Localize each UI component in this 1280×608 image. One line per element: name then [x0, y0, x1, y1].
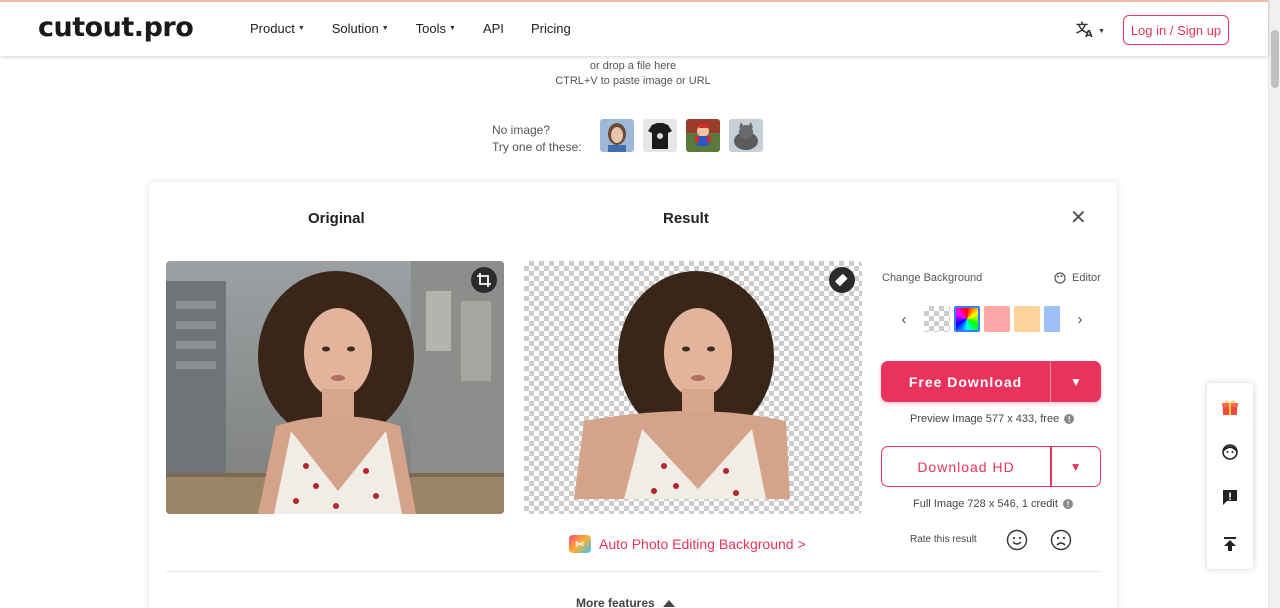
back-to-top-icon[interactable] — [1220, 534, 1240, 554]
chevron-right-icon[interactable]: › — [1073, 311, 1087, 328]
chevron-left-icon[interactable]: ‹ — [897, 311, 911, 328]
scrollbar[interactable] — [1268, 0, 1280, 608]
auto-photo-editing-link[interactable]: ✂ Auto Photo Editing Background > — [569, 535, 806, 553]
swatch-custom-color[interactable] — [954, 306, 980, 332]
sample-image-shirt[interactable] — [643, 119, 677, 152]
swatch-transparent[interactable] — [924, 306, 950, 332]
editor-button[interactable]: Editor — [1054, 272, 1101, 284]
nav-api[interactable]: API — [483, 21, 504, 36]
chevron-down-icon: ▼ — [1098, 28, 1105, 35]
sample-image-toy[interactable] — [686, 119, 720, 152]
top-header: cutout.pro Product ▼ Solution ▼ Tools ▼ API… — [0, 0, 1268, 56]
rate-label: Rate this result — [910, 534, 977, 545]
original-title: Original — [308, 210, 365, 227]
background-swatches: ‹ › — [897, 306, 1087, 332]
language-selector[interactable]: 文A ▼ — [1076, 20, 1105, 43]
caret-down-icon[interactable]: ▼ — [1051, 375, 1101, 389]
chevron-up-icon — [662, 600, 675, 607]
result-image — [524, 261, 862, 514]
translate-icon: 文A — [1076, 20, 1096, 43]
nav-product[interactable]: Product ▼ — [250, 21, 305, 36]
info-icon[interactable]: ! — [1062, 499, 1073, 509]
feedback-icon[interactable] — [1220, 487, 1240, 507]
crop-icon[interactable] — [471, 267, 497, 293]
result-card: Original Result ✕ ✂ Auto Photo Editing B… — [149, 182, 1117, 608]
nav-solution[interactable]: Solution ▼ — [332, 21, 389, 36]
full-image-note: Full Image 728 x 546, 1 credit ! — [913, 498, 1073, 510]
close-icon[interactable]: ✕ — [1070, 208, 1087, 228]
sample-image-girl[interactable] — [600, 119, 634, 152]
change-background-label: Change Background — [882, 272, 983, 284]
frown-icon[interactable] — [1050, 529, 1072, 551]
gift-icon[interactable] — [1220, 397, 1240, 417]
divider — [166, 571, 1100, 572]
swatch-pink[interactable] — [984, 306, 1010, 332]
swatch-blue[interactable] — [1044, 306, 1060, 332]
svg-text:A: A — [1085, 29, 1093, 38]
main-nav: Product ▼ Solution ▼ Tools ▼ API Pricing — [250, 21, 598, 36]
swatch-peach[interactable] — [1014, 306, 1040, 332]
eraser-icon[interactable] — [829, 267, 855, 293]
original-image — [166, 261, 504, 514]
login-signup-button[interactable]: Log in / Sign up — [1123, 15, 1229, 45]
more-features-toggle[interactable]: More features — [576, 596, 675, 608]
free-download-button[interactable]: Free Download ▼ — [881, 361, 1101, 402]
floating-sidebar — [1207, 383, 1253, 569]
support-agent-icon[interactable] — [1220, 442, 1240, 462]
palette-icon — [1054, 272, 1066, 284]
smile-icon[interactable] — [1006, 529, 1028, 551]
sample-images — [600, 119, 763, 152]
app-icon: ✂ — [569, 535, 591, 553]
result-title: Result — [663, 210, 709, 227]
download-hd-button[interactable]: Download HD ▼ — [881, 446, 1101, 487]
swatch-list — [924, 306, 1060, 332]
chevron-down-icon: ▼ — [449, 25, 456, 32]
info-icon[interactable]: ! — [1064, 414, 1075, 424]
logo[interactable]: cutout.pro — [38, 12, 194, 43]
sample-image-cat[interactable] — [729, 119, 763, 152]
preview-note: Preview Image 577 x 433, free ! — [910, 413, 1075, 425]
drop-hint: or drop a file here — [589, 60, 677, 72]
paste-hint: CTRL+V to paste image or URL — [555, 75, 711, 87]
nav-tools[interactable]: Tools ▼ — [416, 21, 456, 36]
sample-prompt: No image? Try one of these: — [492, 123, 582, 154]
chevron-down-icon: ▼ — [381, 25, 389, 32]
caret-down-icon[interactable]: ▼ — [1052, 460, 1101, 474]
scrollbar-thumb[interactable] — [1271, 30, 1279, 88]
chevron-down-icon: ▼ — [297, 25, 305, 32]
nav-pricing[interactable]: Pricing — [531, 21, 571, 36]
